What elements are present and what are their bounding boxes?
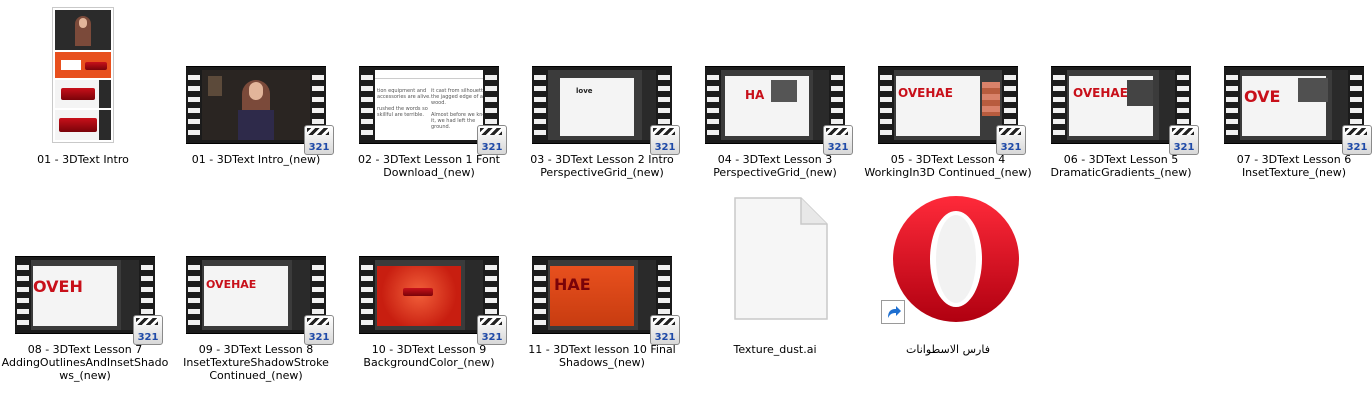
- file-name: 03 - 3DText Lesson 2 Intro PerspectiveGr…: [530, 153, 674, 179]
- media-player-badge-icon: 321: [304, 125, 334, 155]
- video-thumbnail-icon: OVEH 321: [0, 194, 170, 345]
- video-thumbnail-icon: HAE 321: [517, 194, 687, 345]
- file-name: 06 - 3DText Lesson 5 DramaticGradients_(…: [1050, 153, 1192, 179]
- file-name: 02 - 3DText Lesson 1 Font Download_(new): [358, 153, 500, 179]
- video-thumbnail-icon: 321: [171, 4, 341, 155]
- media-player-badge-icon: 321: [1342, 125, 1372, 155]
- media-player-badge-icon: 321: [996, 125, 1026, 155]
- media-player-badge-icon: 321: [477, 315, 507, 345]
- thumb-text: OVEHAE: [898, 86, 953, 100]
- file-name: 05 - 3DText Lesson 4 WorkingIn3D Continu…: [864, 153, 1032, 179]
- media-player-badge-icon: 321: [823, 125, 853, 155]
- video-thumbnail-icon: love 321: [517, 4, 687, 155]
- media-player-badge-icon: 321: [133, 315, 163, 345]
- video-thumbnail-icon: OVEHAE 321: [171, 194, 341, 345]
- thumb-text: love: [576, 87, 593, 95]
- blank-document-icon: [690, 194, 860, 340]
- file-name: Texture_dust.ai: [733, 343, 817, 356]
- file-name: 10 - 3DText Lesson 9 BackgroundColor_(ne…: [363, 343, 495, 369]
- file-name: 08 - 3DText Lesson 7 AddingOutlinesAndIn…: [1, 343, 169, 382]
- file-name: فارس الاسطوانات: [906, 343, 990, 356]
- media-player-badge-icon: 321: [1169, 125, 1199, 155]
- video-thumbnail-icon: 321: [344, 194, 514, 345]
- file-name: 01 - 3DText Intro: [37, 153, 129, 166]
- thumb-text: tion equipment and accessories are alive…: [377, 88, 431, 118]
- thumb-text: OVEHAE: [206, 278, 257, 291]
- media-player-badge-icon: 321: [650, 315, 680, 345]
- file-name: 09 - 3DText Lesson 8 InsetTextureShadowS…: [183, 343, 329, 382]
- thumb-text: OVEH: [33, 277, 83, 296]
- portrait-thumbnail: [0, 4, 168, 150]
- file-name: 11 - 3DText lesson 10 Final Shadows_(new…: [528, 343, 676, 369]
- thumb-text: OVEHAE: [1073, 86, 1128, 100]
- video-thumbnail-icon: OVEHAE 321: [1036, 4, 1206, 155]
- shortcut-arrow-icon: [881, 300, 905, 324]
- opera-browser-icon: [863, 194, 1033, 340]
- file-name: 07 - 3DText Lesson 6 InsetTexture_(new): [1236, 153, 1352, 179]
- thumb-text: HA: [745, 88, 765, 102]
- video-thumbnail-icon: OVEHAE 321: [863, 4, 1033, 155]
- video-thumbnail-icon: OVE 321: [1209, 4, 1372, 155]
- thumb-text: it cast from silhouetted the jagged edge…: [431, 88, 483, 130]
- media-player-badge-icon: 321: [650, 125, 680, 155]
- media-player-badge-icon: 321: [477, 125, 507, 155]
- video-thumbnail-icon: tion equipment and accessories are alive…: [344, 4, 514, 155]
- thumb-text: OVE: [1244, 87, 1281, 106]
- file-name: 04 - 3DText Lesson 3 PerspectiveGrid_(ne…: [713, 153, 837, 179]
- thumb-text: HAE: [554, 275, 591, 294]
- file-name: 01 - 3DText Intro_(new): [191, 153, 321, 166]
- video-thumbnail-icon: HA 321: [690, 4, 860, 155]
- media-player-badge-icon: 321: [304, 315, 334, 345]
